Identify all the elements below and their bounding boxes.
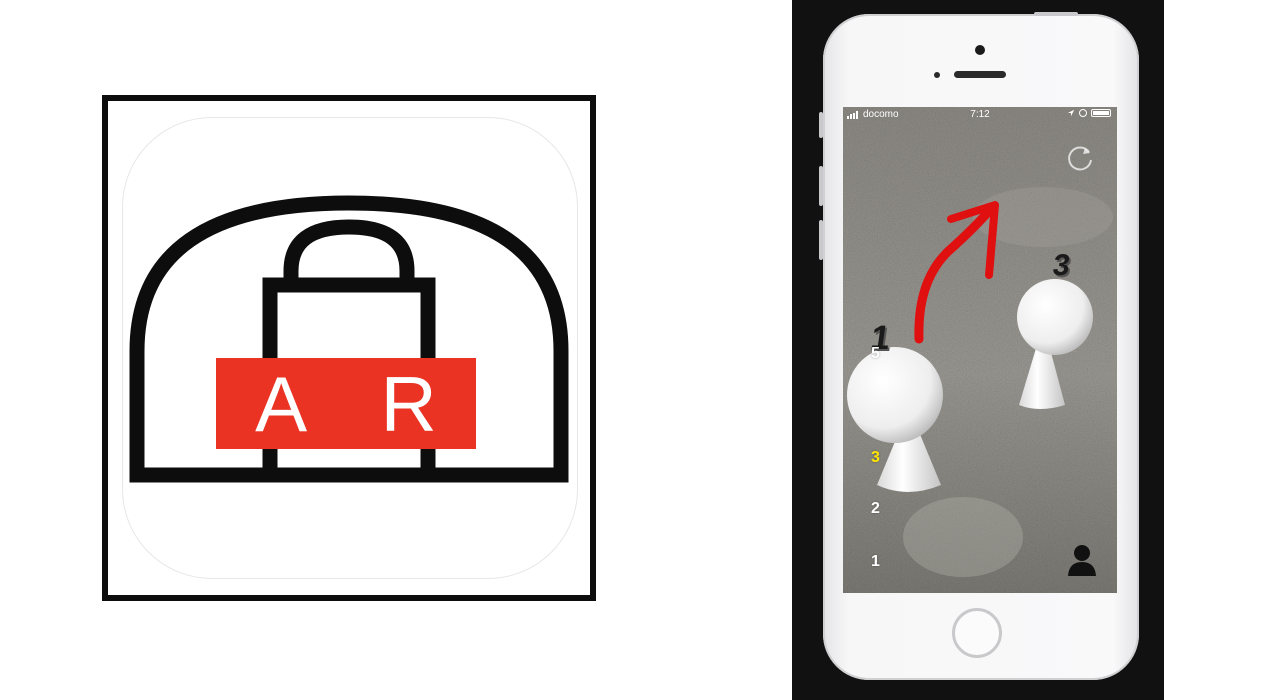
floor-label-3[interactable]: 3 [871, 449, 880, 467]
floor-label-2[interactable]: 2 [871, 500, 880, 518]
app-icon-graphic [129, 195, 569, 483]
ar-badge-text: A R [255, 359, 465, 448]
front-camera [975, 45, 985, 55]
floor-label-5[interactable]: 5 [871, 345, 880, 363]
earpiece-speaker [954, 71, 1006, 78]
side-button-power [1034, 12, 1078, 16]
status-icons [1067, 109, 1111, 117]
ar-badge: A R [216, 358, 476, 449]
side-button-mute [819, 112, 823, 138]
proximity-sensor [934, 72, 940, 78]
status-bar: docomo 7:12 [843, 107, 1117, 123]
location-icon [1067, 109, 1075, 117]
side-button-volume-down [819, 220, 823, 260]
alarm-icon [1079, 109, 1087, 117]
app-icon-frame: A R [102, 95, 596, 601]
ar-camera-view[interactable]: 1 3 docomo 7:12 5 3 2 1 [843, 107, 1117, 593]
side-button-volume-up [819, 166, 823, 206]
reload-icon[interactable] [1065, 143, 1095, 173]
floor-label-1[interactable]: 1 [871, 553, 880, 571]
battery-icon [1091, 109, 1111, 117]
kiosk-dome [283, 219, 415, 285]
profile-icon[interactable] [1067, 543, 1097, 577]
home-button[interactable] [952, 608, 1002, 658]
